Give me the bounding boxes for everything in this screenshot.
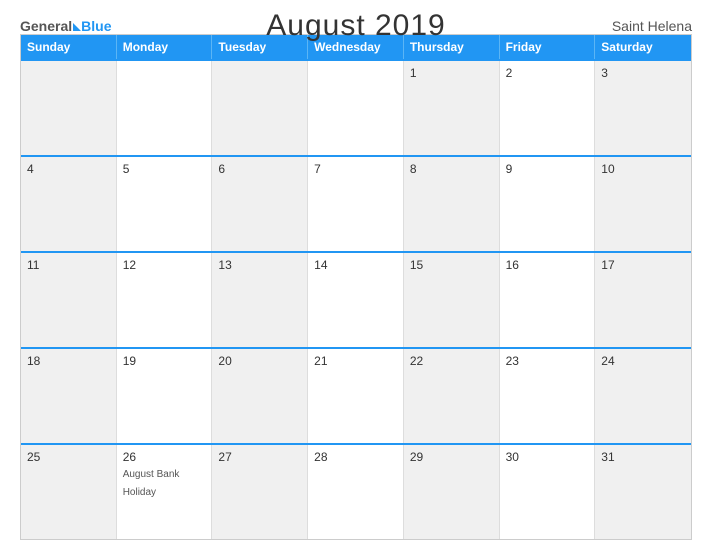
- cal-day-number: 28: [314, 450, 397, 464]
- cal-cell: 8: [404, 157, 500, 251]
- cal-day-number: 30: [506, 450, 589, 464]
- cal-week-5: 25 26 August Bank Holiday 27 28 29 30 31: [21, 443, 691, 539]
- cal-header-saturday: Saturday: [595, 35, 691, 59]
- cal-cell: 19: [117, 349, 213, 443]
- cal-cell: 4: [21, 157, 117, 251]
- cal-cell: 9: [500, 157, 596, 251]
- cal-cell: 26 August Bank Holiday: [117, 445, 213, 539]
- cal-day-number: 19: [123, 354, 206, 368]
- cal-day-number: 4: [27, 162, 110, 176]
- cal-day-number: 10: [601, 162, 685, 176]
- cal-cell: 25: [21, 445, 117, 539]
- cal-day-number: 12: [123, 258, 206, 272]
- cal-cell: 24: [595, 349, 691, 443]
- cal-cell: 21: [308, 349, 404, 443]
- cal-day-number: 2: [506, 66, 589, 80]
- cal-week-4: 18 19 20 21 22 23 24: [21, 347, 691, 443]
- cal-cell: 17: [595, 253, 691, 347]
- cal-cell: [21, 61, 117, 155]
- cal-cell: 20: [212, 349, 308, 443]
- cal-cell: 2: [500, 61, 596, 155]
- cal-cell: 6: [212, 157, 308, 251]
- cal-day-number: 29: [410, 450, 493, 464]
- cal-cell: [308, 61, 404, 155]
- cal-cell: 7: [308, 157, 404, 251]
- cal-cell: [117, 61, 213, 155]
- logo-blue: Blue: [81, 19, 111, 33]
- cal-cell: 29: [404, 445, 500, 539]
- cal-cell: 12: [117, 253, 213, 347]
- calendar-body: 1234567891011121314151617181920212223242…: [21, 59, 691, 539]
- page-header: General Blue August 2019 Saint Helena: [20, 18, 692, 34]
- logo: General Blue: [20, 19, 111, 33]
- cal-day-number: 27: [218, 450, 301, 464]
- cal-day-number: 21: [314, 354, 397, 368]
- cal-week-1: 123: [21, 59, 691, 155]
- cal-day-number: 24: [601, 354, 685, 368]
- cal-header-friday: Friday: [500, 35, 596, 59]
- cal-header-monday: Monday: [117, 35, 213, 59]
- cal-day-number: 11: [27, 258, 110, 272]
- cal-day-number: 18: [27, 354, 110, 368]
- cal-cell: 16: [500, 253, 596, 347]
- cal-cell: 11: [21, 253, 117, 347]
- cal-event: August Bank Holiday: [123, 469, 180, 498]
- logo-general: General: [20, 19, 72, 33]
- cal-cell: 14: [308, 253, 404, 347]
- cal-day-number: 8: [410, 162, 493, 176]
- cal-day-number: 14: [314, 258, 397, 272]
- cal-cell: 1: [404, 61, 500, 155]
- cal-day-number: 15: [410, 258, 493, 272]
- cal-header-sunday: Sunday: [21, 35, 117, 59]
- month-title: August 2019: [266, 9, 445, 42]
- cal-cell: 15: [404, 253, 500, 347]
- cal-cell: 30: [500, 445, 596, 539]
- cal-week-3: 11 12 13 14 15 16 17: [21, 251, 691, 347]
- cal-day-number: 31: [601, 450, 685, 464]
- cal-cell: 28: [308, 445, 404, 539]
- cal-day-number: 7: [314, 162, 397, 176]
- cal-day-number: 13: [218, 258, 301, 272]
- cal-cell: 27: [212, 445, 308, 539]
- cal-cell: 18: [21, 349, 117, 443]
- cal-day-number: 9: [506, 162, 589, 176]
- cal-cell: 31: [595, 445, 691, 539]
- cal-day-number: 25: [27, 450, 110, 464]
- cal-day-number: 23: [506, 354, 589, 368]
- cal-cell: 23: [500, 349, 596, 443]
- cal-day-number: 20: [218, 354, 301, 368]
- cal-cell: 22: [404, 349, 500, 443]
- cal-cell: 3: [595, 61, 691, 155]
- cal-cell: [212, 61, 308, 155]
- logo-triangle-icon: [73, 23, 81, 31]
- calendar: SundayMondayTuesdayWednesdayThursdayFrid…: [20, 34, 692, 540]
- cal-day-number: 3: [601, 66, 685, 80]
- cal-day-number: 1: [410, 66, 493, 80]
- cal-day-number: 6: [218, 162, 301, 176]
- cal-day-number: 26: [123, 450, 206, 464]
- region-label: Saint Helena: [612, 18, 692, 34]
- cal-day-number: 16: [506, 258, 589, 272]
- cal-day-number: 17: [601, 258, 685, 272]
- cal-week-2: 456789 10: [21, 155, 691, 251]
- cal-cell: 5: [117, 157, 213, 251]
- cal-cell: 13: [212, 253, 308, 347]
- calendar-page: General Blue August 2019 Saint Helena Su…: [0, 0, 712, 550]
- cal-day-number: 22: [410, 354, 493, 368]
- cal-day-number: 5: [123, 162, 206, 176]
- cal-cell: 10: [595, 157, 691, 251]
